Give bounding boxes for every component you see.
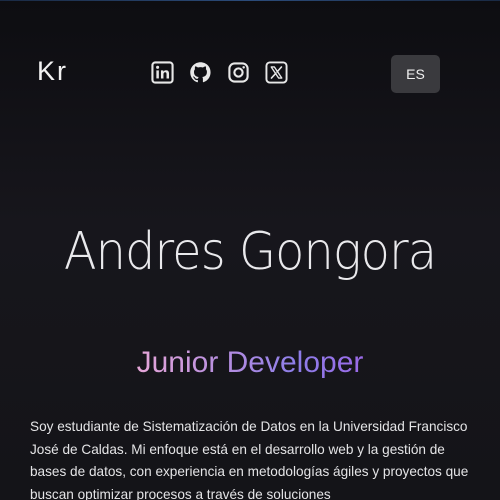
hero-role: Junior Developer xyxy=(0,346,500,380)
hero-role-text: Junior Developer xyxy=(136,346,364,379)
logo[interactable]: Kr xyxy=(37,56,68,87)
top-accent-line xyxy=(0,0,500,1)
github-icon[interactable] xyxy=(189,61,212,84)
hero-name: Andres Gongora xyxy=(63,222,437,282)
social-links xyxy=(151,61,288,84)
x-icon[interactable] xyxy=(265,61,288,84)
linkedin-icon[interactable] xyxy=(151,61,174,84)
hero-bio: Soy estudiante de Sistematización de Dat… xyxy=(30,419,469,500)
language-toggle-button[interactable]: ES xyxy=(391,55,440,93)
page: Kr ES Andres Gongora Junior Developer So… xyxy=(0,0,500,500)
instagram-icon[interactable] xyxy=(227,61,250,84)
